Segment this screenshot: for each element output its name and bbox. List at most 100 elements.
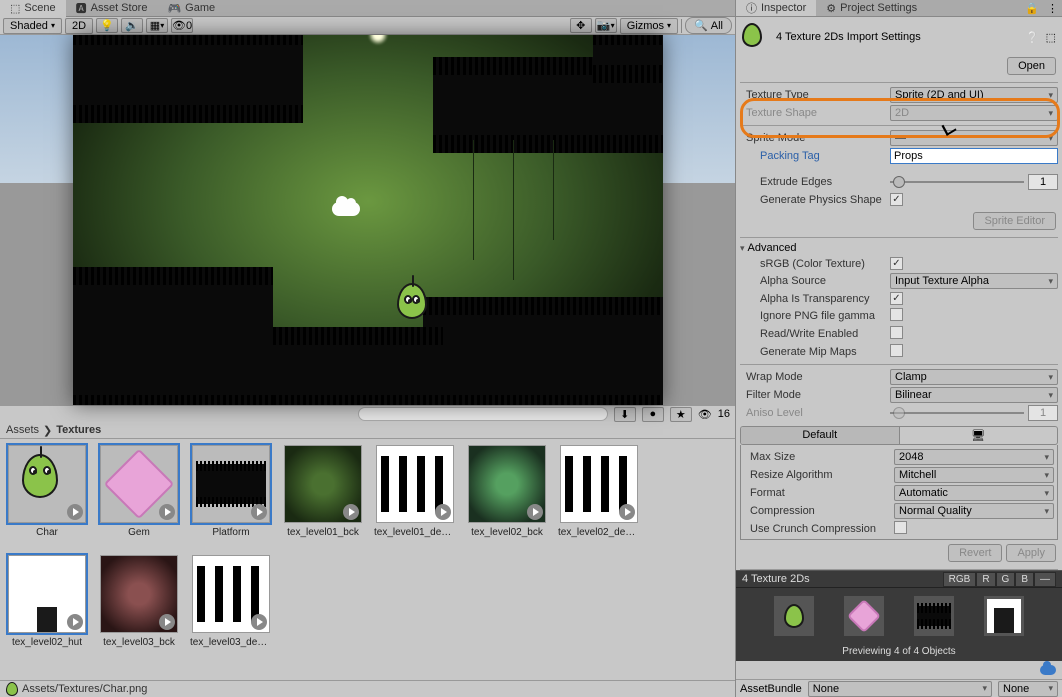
- lock-icon[interactable]: 🔒: [1021, 0, 1043, 16]
- platform-tab-override[interactable]: 🖥: [900, 427, 1058, 444]
- gen-mips-checkbox[interactable]: [890, 344, 903, 357]
- hidden-toggle[interactable]: 👁0: [171, 18, 193, 33]
- preview-thumb-4: [984, 596, 1024, 636]
- status-path: Assets/Textures/Char.png: [22, 683, 147, 695]
- filter-mode-value: Bilinear: [895, 389, 932, 401]
- advanced-foldout[interactable]: Advanced: [740, 241, 1058, 255]
- audio-toggle[interactable]: 🔉: [121, 18, 143, 33]
- preview-strip: 4 Texture 2Ds RGB R G B — Previewing 4 o…: [736, 570, 1062, 661]
- sprite-mode-dropdown[interactable]: —: [890, 130, 1058, 146]
- mode-2d-toggle[interactable]: 2D: [65, 18, 93, 34]
- cloud-icon[interactable]: [1040, 665, 1056, 675]
- texture-type-dropdown[interactable]: Sprite (2D and UI): [890, 87, 1058, 103]
- packing-tag-input[interactable]: [890, 148, 1058, 164]
- r-button[interactable]: R: [976, 572, 995, 587]
- extrude-value[interactable]: 1: [1028, 174, 1058, 190]
- asset-item-gem[interactable]: Gem: [98, 445, 180, 545]
- inspector-title: 4 Texture 2Ds Import Settings: [776, 31, 1020, 43]
- apply-button[interactable]: Apply: [1006, 544, 1056, 562]
- tab-game[interactable]: 🎮Game: [157, 0, 225, 17]
- collab-row: [736, 661, 1062, 679]
- breadcrumb-root[interactable]: Assets: [6, 424, 39, 436]
- project-search-input[interactable]: [358, 407, 608, 421]
- tab-scene[interactable]: ⬚Scene: [0, 0, 66, 17]
- open-button[interactable]: Open: [1007, 57, 1056, 75]
- scene-tab-strip: ⬚Scene 🅰Asset Store 🎮Game: [0, 0, 735, 17]
- max-size-dropdown[interactable]: 2048: [894, 449, 1054, 465]
- filter-btn-2[interactable]: ●: [642, 407, 664, 422]
- asset-item-tex03bck[interactable]: tex_level03_bck: [98, 555, 180, 655]
- resize-dropdown[interactable]: Mitchell: [894, 467, 1054, 483]
- alpha-source-dropdown[interactable]: Input Texture Alpha: [890, 273, 1058, 289]
- tab-project-settings[interactable]: ⚙Project Settings: [816, 0, 927, 16]
- tool-handle-btn[interactable]: ✥: [570, 18, 592, 33]
- asset-breadcrumb: Assets ❯ Textures: [0, 422, 735, 439]
- rgb-button[interactable]: RGB: [943, 572, 977, 587]
- gen-physics-checkbox[interactable]: [890, 193, 903, 206]
- mip-slider[interactable]: —: [1034, 572, 1056, 587]
- extrude-slider[interactable]: [890, 181, 1024, 183]
- packing-tag-label: Packing Tag: [746, 150, 890, 162]
- light-toggle[interactable]: 💡: [96, 18, 118, 33]
- layers-search[interactable]: 🔍All: [685, 17, 732, 34]
- compression-dropdown[interactable]: Normal Quality: [894, 503, 1054, 519]
- asset-bundle-variant-dropdown[interactable]: None: [998, 681, 1058, 697]
- asset-grid[interactable]: Char Gem Platform tex_level01_bck tex_le…: [0, 439, 735, 680]
- read-write-checkbox[interactable]: [890, 326, 903, 339]
- inspector-body: 4 Texture 2Ds Import Settings ❔ ⬚ Open T…: [736, 17, 1062, 570]
- preset-icon[interactable]: ⬚: [1046, 31, 1056, 44]
- sprite-editor-button[interactable]: Sprite Editor: [973, 212, 1056, 230]
- asset-label: tex_level02_hut: [6, 637, 88, 648]
- gizmos-dropdown[interactable]: Gizmos▾: [620, 18, 678, 34]
- scene-icon: ⬚: [10, 2, 20, 15]
- crunch-checkbox[interactable]: [894, 521, 907, 534]
- hidden-count: 16: [718, 408, 730, 420]
- g-button[interactable]: G: [996, 572, 1016, 587]
- sprite-mode-value: —: [895, 132, 906, 144]
- help-icon[interactable]: ❔: [1026, 31, 1040, 44]
- asset-item-tex01design[interactable]: tex_level01_design: [374, 445, 456, 545]
- asset-bundle-dropdown[interactable]: None: [808, 681, 992, 697]
- b-button[interactable]: B: [1015, 572, 1034, 587]
- play-icon: [159, 504, 175, 520]
- character-sprite: [397, 283, 431, 327]
- asset-item-char[interactable]: Char: [6, 445, 88, 545]
- asset-item-tex01bck[interactable]: tex_level01_bck: [282, 445, 364, 545]
- asset-item-tex02hut[interactable]: tex_level02_hut: [6, 555, 88, 655]
- format-dropdown[interactable]: Automatic: [894, 485, 1054, 501]
- read-write-label: Read/Write Enabled: [746, 328, 890, 340]
- asset-bundle-row: AssetBundle None None: [736, 679, 1062, 697]
- compression-value: Normal Quality: [899, 505, 972, 517]
- asset-item-platform[interactable]: Platform: [190, 445, 272, 545]
- filter-mode-dropdown[interactable]: Bilinear: [890, 387, 1058, 403]
- camera-btn[interactable]: 📷▾: [595, 18, 617, 33]
- wrap-mode-dropdown[interactable]: Clamp: [890, 369, 1058, 385]
- asset-bundle-variant-value: None: [1003, 683, 1029, 695]
- asset-item-tex02bck[interactable]: tex_level02_bck: [466, 445, 548, 545]
- revert-button[interactable]: Revert: [948, 544, 1002, 562]
- breadcrumb-folder[interactable]: Textures: [56, 424, 101, 436]
- image-icon: ▦: [150, 19, 160, 32]
- fx-toggle[interactable]: ▦▾: [146, 18, 168, 33]
- menu-icon[interactable]: ⋮: [1043, 0, 1062, 16]
- tab-asset-store[interactable]: 🅰Asset Store: [66, 0, 158, 18]
- asset-label: Platform: [190, 527, 272, 538]
- filter-btn-1[interactable]: ⬇: [614, 407, 636, 422]
- bulb-icon: 💡: [100, 19, 114, 32]
- wrap-mode-label: Wrap Mode: [746, 371, 890, 383]
- scene-view[interactable]: [0, 35, 735, 405]
- gen-mips-label: Generate Mip Maps: [746, 346, 890, 358]
- texture-shape-dropdown: 2D: [890, 105, 1058, 121]
- resize-label: Resize Algorithm: [750, 469, 894, 481]
- tab-inspector[interactable]: ⓘInspector: [736, 0, 816, 16]
- ignore-png-checkbox[interactable]: [890, 308, 903, 321]
- srgb-checkbox[interactable]: [890, 257, 903, 270]
- aniso-label: Aniso Level: [746, 407, 890, 419]
- alpha-transp-checkbox[interactable]: [890, 292, 903, 305]
- asset-item-tex02design[interactable]: tex_level02_design: [558, 445, 640, 545]
- sun-icon: [368, 35, 388, 45]
- filter-btn-3[interactable]: ★: [670, 407, 692, 422]
- shading-mode-dropdown[interactable]: Shaded▾: [3, 18, 62, 34]
- platform-tab-default[interactable]: Default: [741, 427, 900, 444]
- asset-item-tex03design[interactable]: tex_level03_design: [190, 555, 272, 655]
